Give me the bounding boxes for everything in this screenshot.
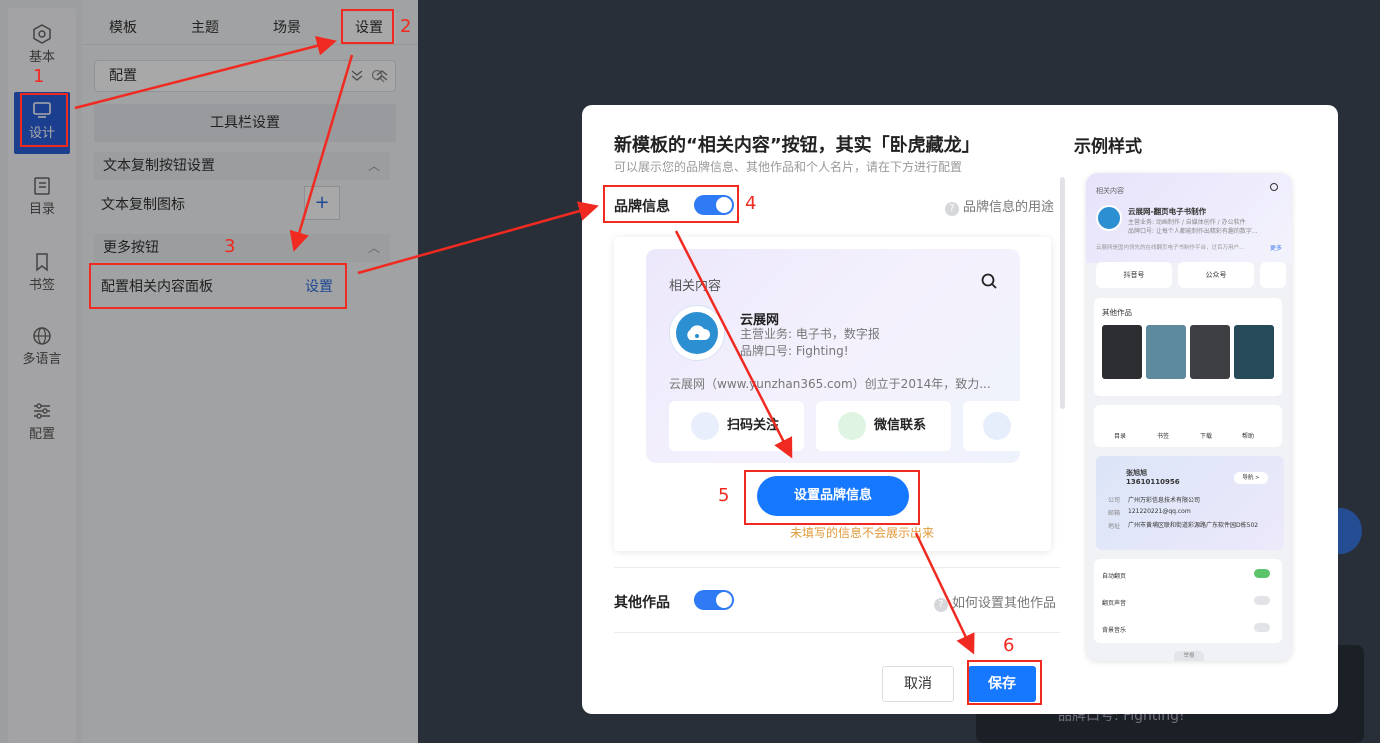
annotation-box-3 xyxy=(89,263,347,309)
arrow-4-to-5 xyxy=(674,230,793,459)
annotation-number-3: 3 xyxy=(224,236,236,257)
annotation-number-6: 6 xyxy=(1003,635,1015,656)
arrow-3-to-4 xyxy=(357,201,599,275)
annotation-number-5: 5 xyxy=(718,485,730,506)
annotation-arrows xyxy=(74,36,975,655)
annotation-number-2: 2 xyxy=(400,16,412,37)
annotation-box-4 xyxy=(603,185,739,223)
annotation-number-1: 1 xyxy=(33,66,45,87)
arrow-2-to-3 xyxy=(289,54,354,252)
arrow-5-to-6 xyxy=(914,532,975,655)
annotation-box-1 xyxy=(20,93,68,147)
annotation-box-5 xyxy=(744,470,920,525)
annotation-number-4: 4 xyxy=(745,193,757,214)
annotation-box-6 xyxy=(967,660,1042,705)
arrow-1-to-2 xyxy=(74,36,337,110)
annotation-box-2 xyxy=(341,9,394,44)
